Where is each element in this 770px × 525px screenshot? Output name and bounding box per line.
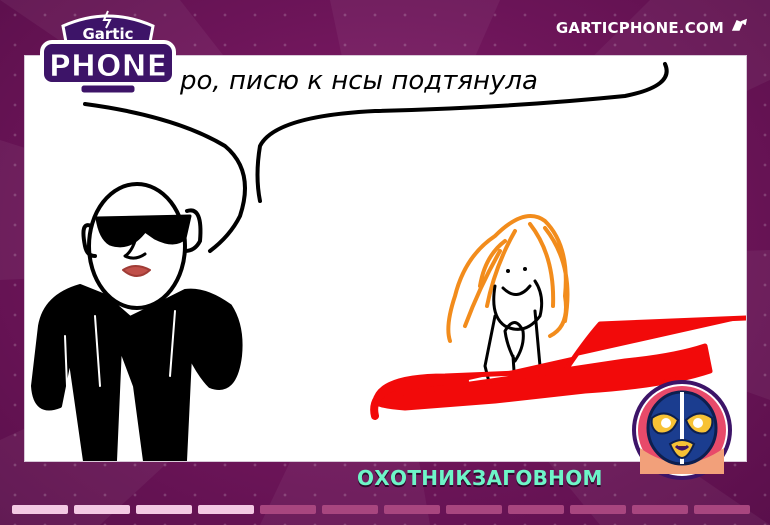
woman-smile	[501, 284, 532, 296]
progress-segment	[74, 505, 130, 514]
player-name: ОХОТНИКЗАГОВНОМ	[357, 466, 603, 490]
progress-segment	[570, 505, 626, 514]
man-head	[87, 182, 187, 310]
progress-segment	[12, 505, 68, 514]
progress-segment	[322, 505, 378, 514]
progress-segment	[446, 505, 502, 514]
progress-segment	[384, 505, 440, 514]
svg-text:PHONE: PHONE	[49, 49, 167, 84]
progress-segment	[632, 505, 688, 514]
site-label: GARTICPHONE.COM	[555, 19, 724, 37]
phone-hand-icon	[730, 18, 748, 38]
progress-segment	[508, 505, 564, 514]
site-link[interactable]: GARTICPHONE.COM	[556, 18, 748, 38]
progress-segment	[260, 505, 316, 514]
luchador-mask-icon	[630, 378, 734, 482]
gartic-phone-logo: Gartic PHONE	[38, 8, 178, 98]
woman-hair	[446, 214, 570, 343]
man-jacket	[31, 284, 243, 461]
caption-text: ро, писю к нсы подтянула	[179, 66, 538, 96]
progress-segment	[136, 505, 192, 514]
progress-segment	[198, 505, 254, 514]
progress-segment	[694, 505, 750, 514]
round-progress	[12, 505, 750, 514]
